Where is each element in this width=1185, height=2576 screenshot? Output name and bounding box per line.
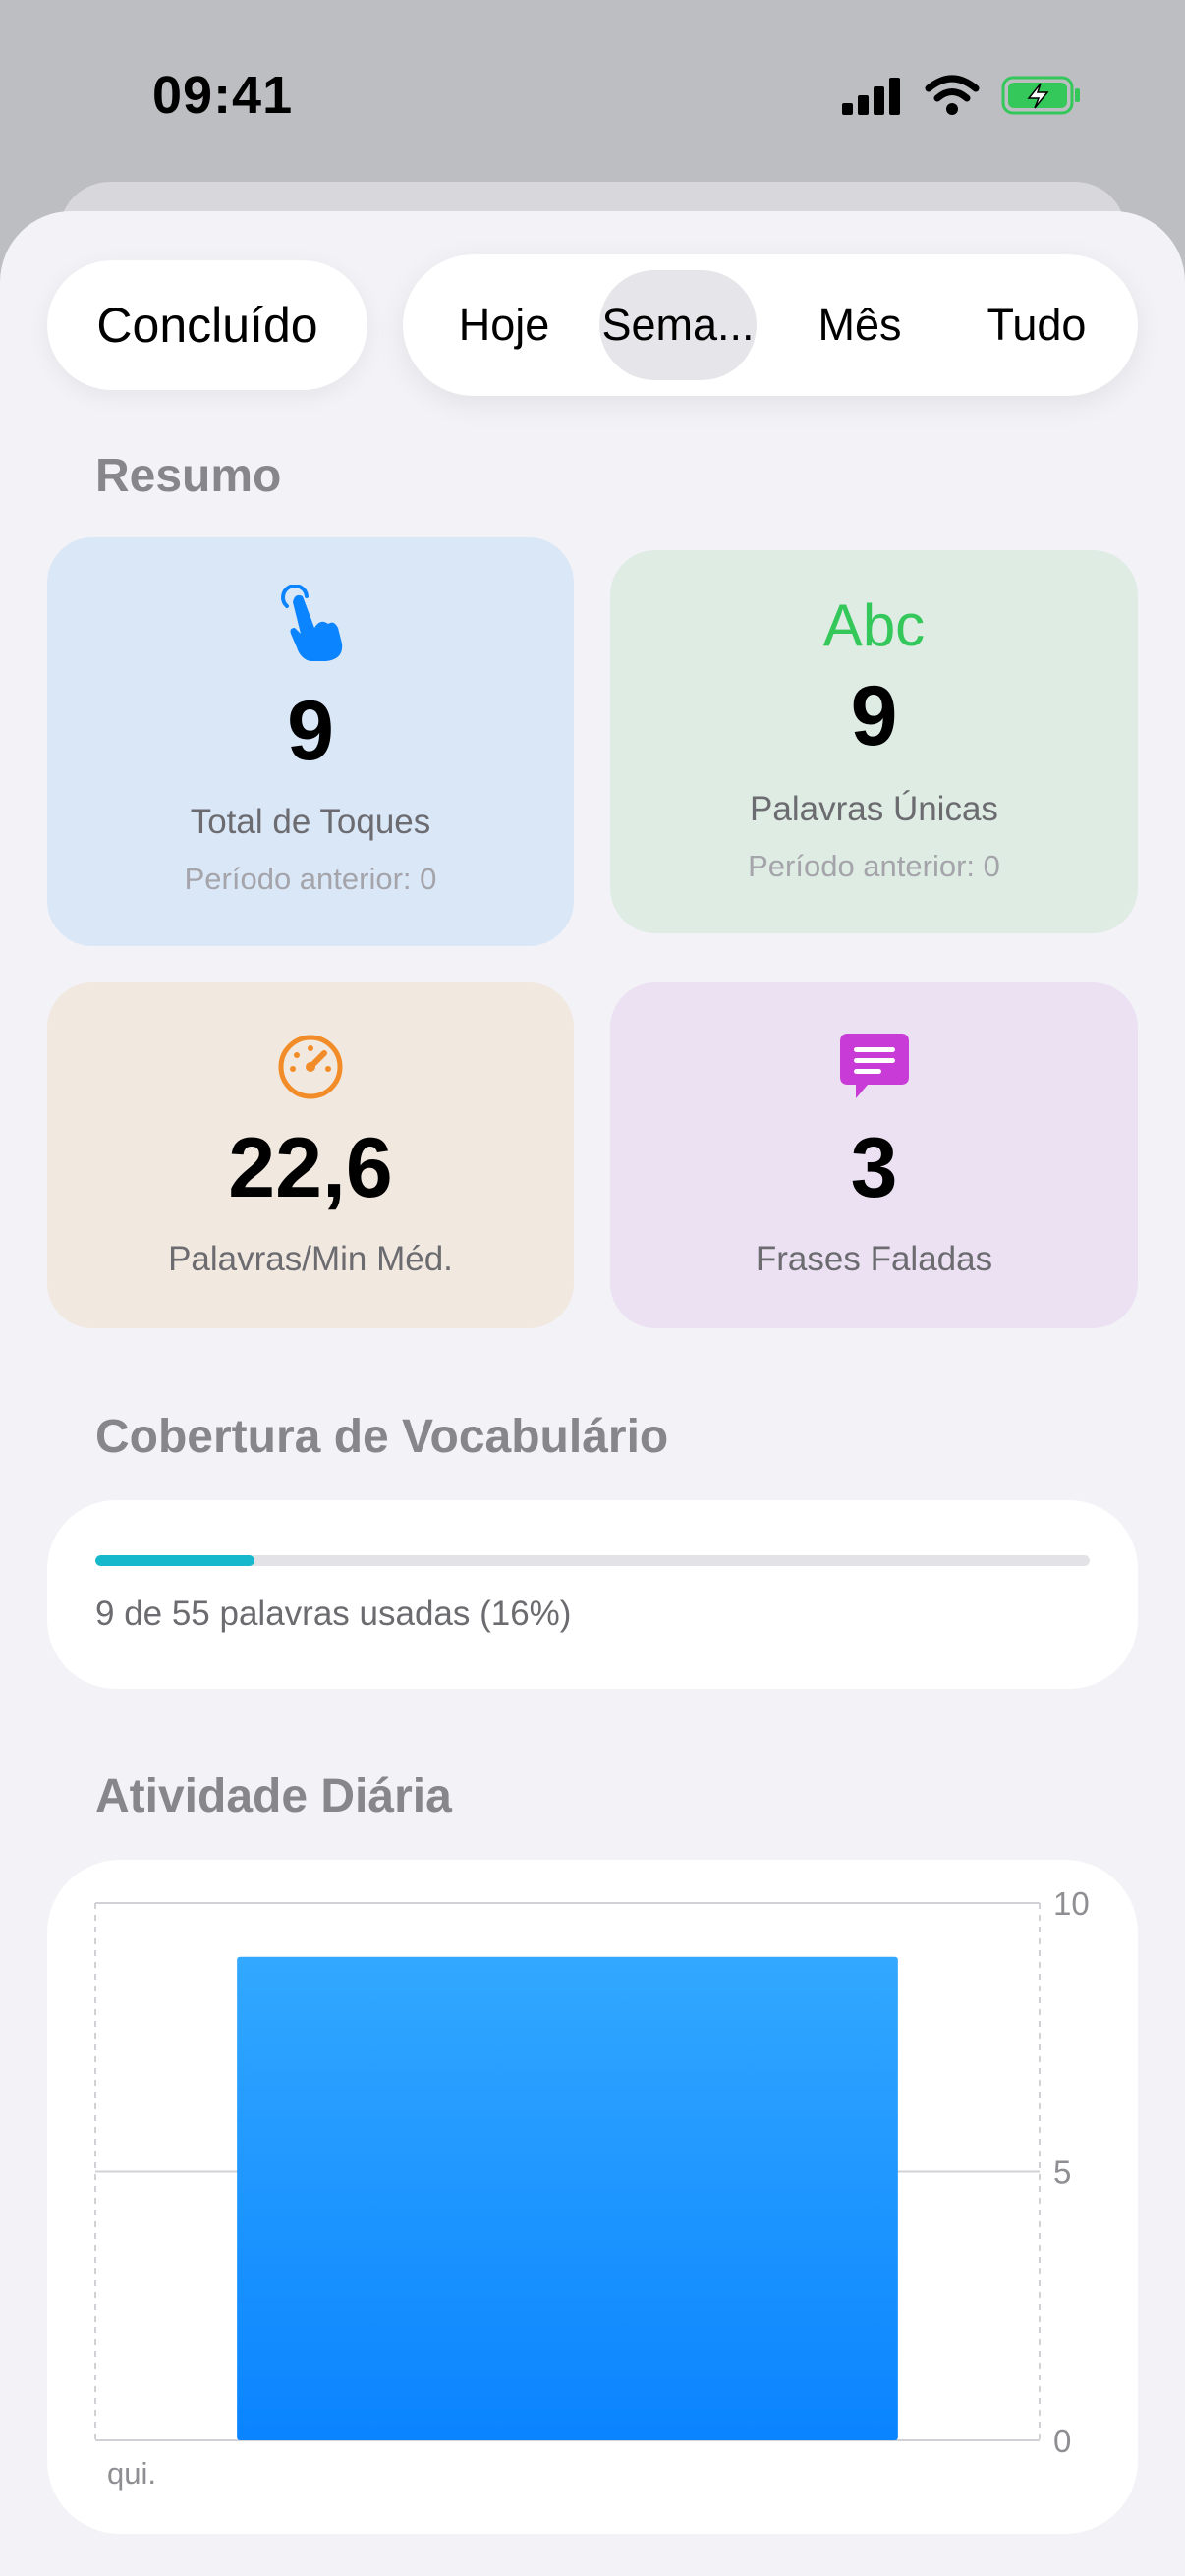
segment-week[interactable]: Sema... (599, 254, 757, 396)
hand-tap-icon (47, 585, 574, 663)
battery-charging-icon (1001, 75, 1082, 121)
unique-words-card: Abc 9 Palavras Únicas Período anterior: … (610, 550, 1138, 933)
wifi-icon (925, 75, 980, 121)
x-tick-label: qui. (107, 2456, 156, 2491)
period-segmented-control[interactable]: Hoje Sema... Mês Tudo (403, 254, 1138, 396)
total-taps-previous: Período anterior: 0 (184, 862, 437, 896)
total-taps-card: 9 Total de Toques Período anterior: 0 (47, 537, 574, 946)
status-time: 09:41 (152, 66, 294, 125)
vocabulary-progress-bar (95, 1555, 1090, 1566)
summary-title: Resumo (95, 450, 282, 502)
segment-month[interactable]: Mês (776, 254, 943, 396)
words-per-minute-card: 22,6 Palavras/Min Méd. (47, 982, 574, 1328)
y-tick-label: 10 (1053, 1885, 1090, 1922)
spoken-phrases-value: 3 (850, 1121, 898, 1215)
total-taps-label: Total de Toques (190, 803, 431, 841)
spoken-phrases-label: Frases Faladas (755, 1240, 993, 1278)
vocabulary-progress-fill (95, 1555, 254, 1566)
spoken-phrases-card: 3 Frases Faladas (610, 982, 1138, 1328)
abc-icon: Abc (822, 592, 926, 658)
speedometer-icon (47, 1034, 574, 1100)
y-tick-label: 0 (1053, 2423, 1071, 2459)
unique-words-value: 9 (850, 669, 898, 763)
vocabulary-coverage-title: Cobertura de Vocabulário (95, 1411, 669, 1463)
daily-activity-chart-card: 0 5 10 qui. (47, 1860, 1138, 2534)
status-icons (842, 75, 1082, 121)
words-per-minute-value: 22,6 (228, 1121, 393, 1215)
statistics-sheet: Concluído Hoje Sema... Mês Tudo Resumo 9… (0, 211, 1185, 2576)
unique-words-label: Palavras Únicas (750, 790, 998, 828)
total-taps-value: 9 (287, 684, 334, 778)
words-per-minute-label: Palavras/Min Méd. (168, 1240, 453, 1278)
cellular-signal-icon (842, 76, 903, 120)
daily-activity-chart: 0 5 10 qui. (94, 1885, 1090, 2491)
daily-activity-title: Atividade Diária (95, 1770, 452, 1822)
done-button[interactable]: Concluído (47, 260, 367, 390)
bar (237, 1956, 898, 2440)
segment-today[interactable]: Hoje (421, 254, 588, 396)
y-tick-label: 5 (1053, 2155, 1071, 2191)
vocabulary-coverage-card: 9 de 55 palavras usadas (16%) (47, 1500, 1138, 1689)
segment-all[interactable]: Tudo (953, 254, 1120, 396)
vocabulary-coverage-text: 9 de 55 palavras usadas (16%) (95, 1595, 572, 1633)
speech-bubble-icon (610, 1032, 1138, 1102)
unique-words-previous: Período anterior: 0 (748, 849, 1000, 883)
status-bar: 09:41 (0, 0, 1185, 187)
